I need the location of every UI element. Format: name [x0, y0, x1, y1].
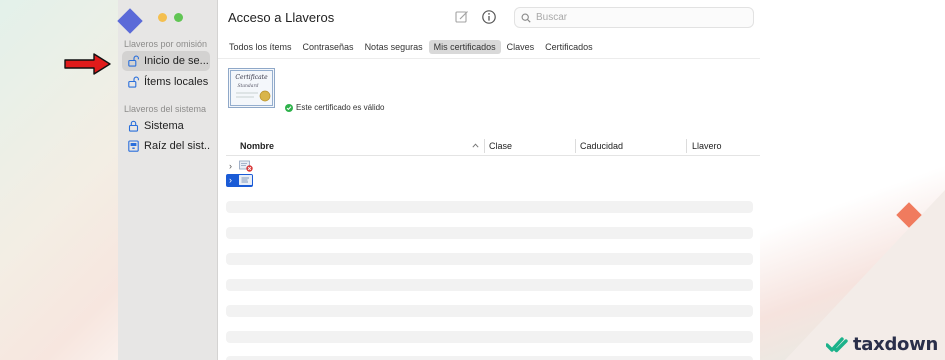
sidebar-item-system-roots[interactable]: Raíz del sist...: [122, 136, 210, 156]
sidebar-section-system: Llaveros del sistema: [124, 104, 207, 114]
search-field[interactable]: [514, 7, 754, 28]
zoom-button[interactable]: [174, 13, 183, 22]
sidebar: Llaveros por omisión Inicio de se... Íte…: [118, 0, 218, 360]
certificate-icon: [239, 175, 252, 185]
brand-name: taxdown: [853, 334, 938, 355]
divider: [218, 58, 760, 59]
info-icon[interactable]: [481, 9, 497, 25]
minimize-button[interactable]: [158, 13, 167, 22]
empty-row: [226, 279, 753, 291]
sidebar-item-login[interactable]: Inicio de se...: [122, 51, 210, 71]
empty-row: [226, 227, 753, 239]
chevron-right-icon[interactable]: ›: [229, 175, 232, 185]
certificate-image-title: Certificate: [235, 74, 268, 81]
tab-passwords[interactable]: Contraseñas: [298, 40, 359, 54]
keychain-window: Llaveros por omisión Inicio de se... Íte…: [118, 0, 760, 360]
certificate-image-sub: Standard: [237, 83, 258, 89]
toolbar: Acceso a Llaveros: [218, 0, 760, 36]
sidebar-item-local-items[interactable]: Ítems locales: [122, 72, 210, 92]
tab-my-certificates[interactable]: Mis certificados: [428, 40, 501, 54]
sidebar-item-label: Raíz del sist...: [144, 140, 210, 152]
empty-row: [226, 201, 753, 213]
certificate-status: Este certificado es válido: [285, 103, 385, 112]
search-icon: [521, 13, 531, 23]
sidebar-item-label: Ítems locales: [144, 76, 209, 88]
lock-open-icon: [128, 55, 139, 67]
brand-logo: taxdown: [826, 334, 938, 355]
taxdown-logo-icon: [826, 336, 848, 352]
table-row[interactable]: ›: [226, 174, 760, 187]
tab-secure-notes[interactable]: Notas seguras: [360, 40, 428, 54]
tab-keys[interactable]: Claves: [502, 40, 540, 54]
empty-row: [226, 305, 753, 317]
sidebar-item-label: Sistema: [144, 120, 184, 132]
certificate-status-text: Este certificado es válido: [296, 103, 385, 112]
compose-icon[interactable]: [454, 9, 470, 25]
lock-icon: [128, 120, 139, 132]
red-arrow-icon: [64, 53, 111, 75]
table-row[interactable]: ›: [226, 160, 760, 173]
column-header-class[interactable]: Clase: [489, 141, 512, 151]
category-tabs: Todos los ítems Contraseñas Notas segura…: [224, 40, 598, 55]
sidebar-item-system[interactable]: Sistema: [122, 116, 210, 136]
background-right: [745, 0, 945, 360]
sidebar-item-label: Inicio de se...: [144, 55, 209, 67]
tab-all-items[interactable]: Todos los ítems: [224, 40, 297, 54]
search-input[interactable]: [536, 12, 736, 23]
column-header-name[interactable]: Nombre: [240, 141, 274, 151]
certificate-preview-icon: Certificate Standard: [228, 68, 275, 108]
tab-certificates[interactable]: Certificados: [540, 40, 598, 54]
window-title: Acceso a Llaveros: [228, 10, 335, 25]
check-circle-icon: [285, 103, 293, 112]
empty-row: [226, 356, 753, 360]
window-controls: [142, 13, 183, 22]
chevron-right-icon[interactable]: ›: [229, 161, 232, 171]
empty-row: [226, 253, 753, 265]
main-pane: Acceso a Llaveros Todos los ítems Contr: [218, 0, 760, 360]
sidebar-section-default: Llaveros por omisión: [124, 39, 208, 49]
certificate-error-icon: [239, 160, 253, 172]
column-header-keychain[interactable]: Llavero: [692, 141, 722, 151]
chevron-up-icon[interactable]: [472, 143, 479, 148]
lock-open-icon: [128, 76, 139, 88]
empty-row: [226, 331, 753, 343]
column-header-expiration[interactable]: Caducidad: [580, 141, 623, 151]
table-header: Nombre Clase Caducidad Llavero: [226, 138, 760, 156]
cabinet-icon: [128, 140, 139, 152]
